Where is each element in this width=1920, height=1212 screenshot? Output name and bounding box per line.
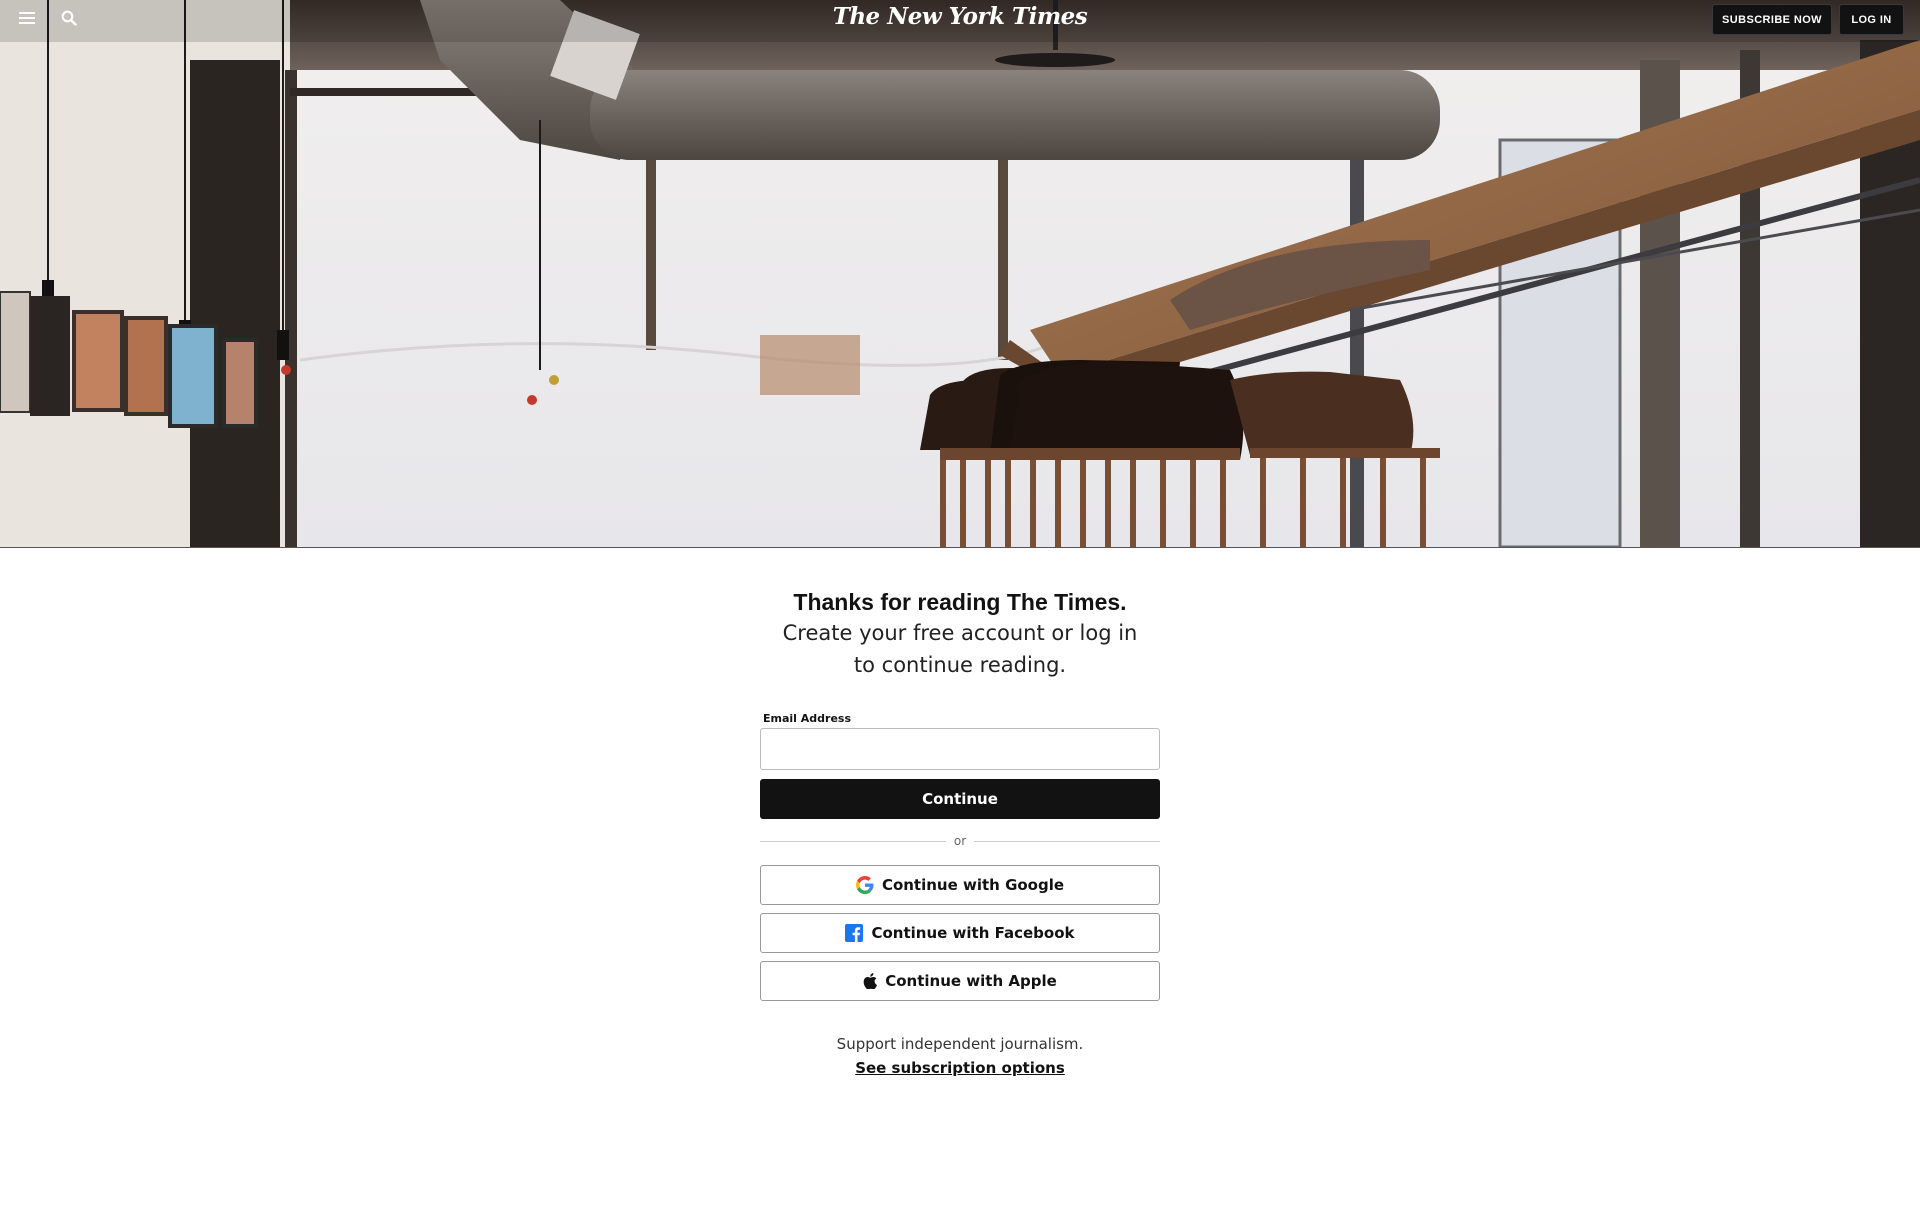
continue-with-google-button[interactable]: Continue with Google [760, 865, 1160, 905]
page-subtitle: Create your free account or log in to co… [782, 621, 1138, 677]
google-button-label: Continue with Google [881, 876, 1065, 894]
support-text: Support independent journalism. [836, 1035, 1084, 1053]
registration-wall: Thanks for reading The Times. Create you… [0, 547, 1920, 1077]
subscribe-now-button[interactable]: SUBSCRIBE NOW [1712, 4, 1832, 35]
or-text: or [953, 834, 967, 848]
email-field[interactable] [760, 728, 1160, 770]
or-divider: or [760, 831, 1160, 851]
apple-icon [863, 973, 878, 989]
hero-image [0, 0, 1920, 548]
log-in-button[interactable]: LOG IN [1839, 4, 1904, 35]
see-subscription-options-link[interactable]: See subscription options [0, 1059, 1920, 1077]
hero-photo-illustration [0, 0, 1920, 547]
site-logo[interactable]: The New York Times [0, 3, 1920, 30]
continue-with-apple-button[interactable]: Continue with Apple [760, 961, 1160, 1001]
divider-line-left [760, 840, 946, 842]
email-field-label: Email Address [763, 712, 852, 725]
continue-button[interactable]: Continue [760, 779, 1160, 819]
login-form: Email Address Continue or Continue with … [760, 712, 1160, 1001]
support-section: Support independent journalism. See subs… [0, 1035, 1920, 1077]
site-header: The New York Times SUBSCRIBE NOW LOG IN [0, 0, 1920, 40]
facebook-button-label: Continue with Facebook [871, 924, 1075, 942]
page-title: Thanks for reading The Times. [793, 589, 1127, 615]
apple-button-label: Continue with Apple [885, 972, 1057, 990]
facebook-f-icon [845, 924, 864, 942]
divider-line-right [974, 840, 1160, 842]
google-g-icon [855, 876, 874, 894]
continue-with-facebook-button[interactable]: Continue with Facebook [760, 913, 1160, 953]
